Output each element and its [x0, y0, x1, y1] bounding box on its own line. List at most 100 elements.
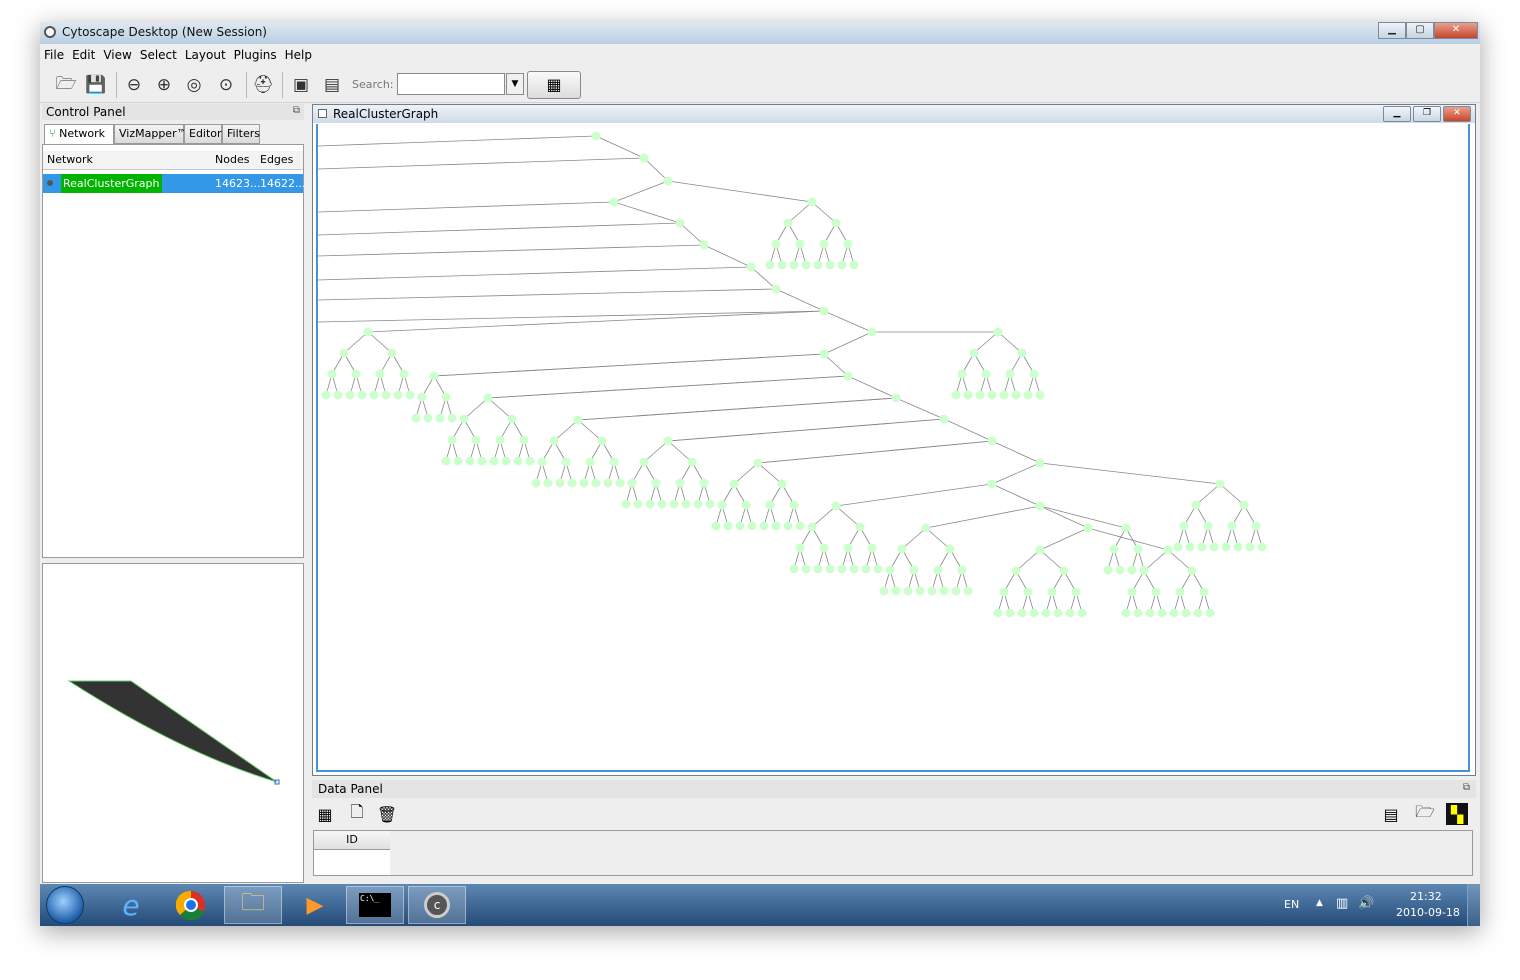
edge[interactable] — [367, 310, 825, 333]
node[interactable] — [1133, 608, 1143, 618]
edge[interactable] — [613, 180, 669, 203]
node[interactable] — [825, 260, 835, 270]
node[interactable] — [951, 586, 961, 596]
search-input[interactable] — [397, 73, 505, 95]
node[interactable] — [933, 565, 943, 575]
node[interactable] — [831, 501, 841, 511]
node[interactable] — [951, 390, 961, 400]
node[interactable] — [1023, 587, 1033, 597]
node[interactable] — [777, 260, 787, 270]
node[interactable] — [513, 456, 523, 466]
edge[interactable] — [1039, 505, 1089, 529]
node[interactable] — [987, 479, 997, 489]
node[interactable] — [777, 479, 787, 489]
col-network[interactable]: Network — [47, 153, 93, 166]
node[interactable] — [987, 390, 997, 400]
edge[interactable] — [757, 462, 783, 485]
node[interactable] — [567, 478, 577, 488]
edge[interactable] — [991, 483, 1041, 507]
node[interactable] — [849, 260, 859, 270]
edge[interactable] — [595, 135, 645, 159]
window-maximize-button[interactable]: ▢ — [1406, 22, 1434, 39]
search-config-icon[interactable]: ▦ — [527, 71, 581, 99]
node[interactable] — [525, 456, 535, 466]
node[interactable] — [1017, 608, 1027, 618]
edge[interactable] — [775, 288, 825, 312]
node[interactable] — [891, 586, 901, 596]
tab-editor[interactable]: Editor — [184, 124, 222, 144]
edge[interactable] — [318, 244, 705, 257]
edge[interactable] — [901, 527, 927, 550]
col-nodes[interactable]: Nodes — [215, 153, 249, 166]
node[interactable] — [915, 586, 925, 596]
node[interactable] — [447, 413, 457, 423]
node[interactable] — [939, 586, 949, 596]
edge[interactable] — [997, 331, 1023, 354]
node[interactable] — [339, 348, 349, 358]
node[interactable] — [1121, 608, 1131, 618]
node[interactable] — [1103, 565, 1113, 575]
node[interactable] — [1109, 544, 1119, 554]
node[interactable] — [495, 435, 505, 445]
node[interactable] — [987, 436, 997, 446]
node[interactable] — [447, 435, 457, 445]
node[interactable] — [441, 392, 451, 402]
node[interactable] — [699, 240, 709, 250]
node[interactable] — [837, 260, 847, 270]
delete-attribute-icon[interactable]: 🗑 — [376, 803, 398, 825]
node[interactable] — [819, 543, 829, 553]
node[interactable] — [1077, 608, 1087, 618]
tab-network[interactable]: ⑂ Network — [44, 124, 114, 145]
open-icon[interactable]: 🗁 — [54, 73, 78, 97]
edge[interactable] — [318, 157, 645, 170]
show-desktop-button[interactable] — [1467, 884, 1480, 926]
node[interactable] — [1035, 545, 1045, 555]
undock-icon[interactable]: ⧉ — [293, 105, 300, 116]
node[interactable] — [501, 456, 511, 466]
node[interactable] — [801, 564, 811, 574]
node[interactable] — [825, 564, 835, 574]
window-close-button[interactable]: ✕ — [1434, 22, 1478, 39]
node[interactable] — [963, 390, 973, 400]
node[interactable] — [633, 499, 643, 509]
node[interactable] — [729, 479, 739, 489]
menu-select[interactable]: Select — [136, 46, 181, 62]
node[interactable] — [681, 499, 691, 509]
node[interactable] — [579, 478, 589, 488]
node[interactable] — [477, 456, 487, 466]
node[interactable] — [369, 390, 379, 400]
edge[interactable] — [925, 527, 951, 550]
node[interactable] — [1005, 369, 1015, 379]
vizmapper-icon[interactable]: ▤ — [320, 73, 344, 97]
node[interactable] — [1187, 566, 1197, 576]
node[interactable] — [819, 349, 829, 359]
edge[interactable] — [667, 418, 945, 442]
edge[interactable] — [1039, 505, 1127, 529]
node[interactable] — [723, 521, 733, 531]
node[interactable] — [657, 499, 667, 509]
node[interactable] — [783, 521, 793, 531]
node[interactable] — [1041, 608, 1051, 618]
frame-minimize-button[interactable]: ▁ — [1383, 106, 1411, 122]
node[interactable] — [1127, 565, 1137, 575]
birds-eye-view[interactable] — [42, 563, 304, 883]
node[interactable] — [387, 348, 397, 358]
node[interactable] — [963, 586, 973, 596]
node[interactable] — [981, 369, 991, 379]
edge[interactable] — [925, 505, 1041, 529]
node[interactable] — [783, 218, 793, 228]
node[interactable] — [1251, 521, 1261, 531]
node[interactable] — [957, 369, 967, 379]
node[interactable] — [795, 543, 805, 553]
node[interactable] — [615, 478, 625, 488]
node[interactable] — [801, 260, 811, 270]
edge[interactable] — [667, 440, 693, 463]
node[interactable] — [885, 565, 895, 575]
node[interactable] — [813, 260, 823, 270]
edge[interactable] — [487, 397, 513, 420]
node[interactable] — [699, 478, 709, 488]
node[interactable] — [1005, 608, 1015, 618]
node[interactable] — [1035, 390, 1045, 400]
chrome-icon[interactable] — [162, 886, 220, 924]
edge[interactable] — [553, 419, 579, 442]
